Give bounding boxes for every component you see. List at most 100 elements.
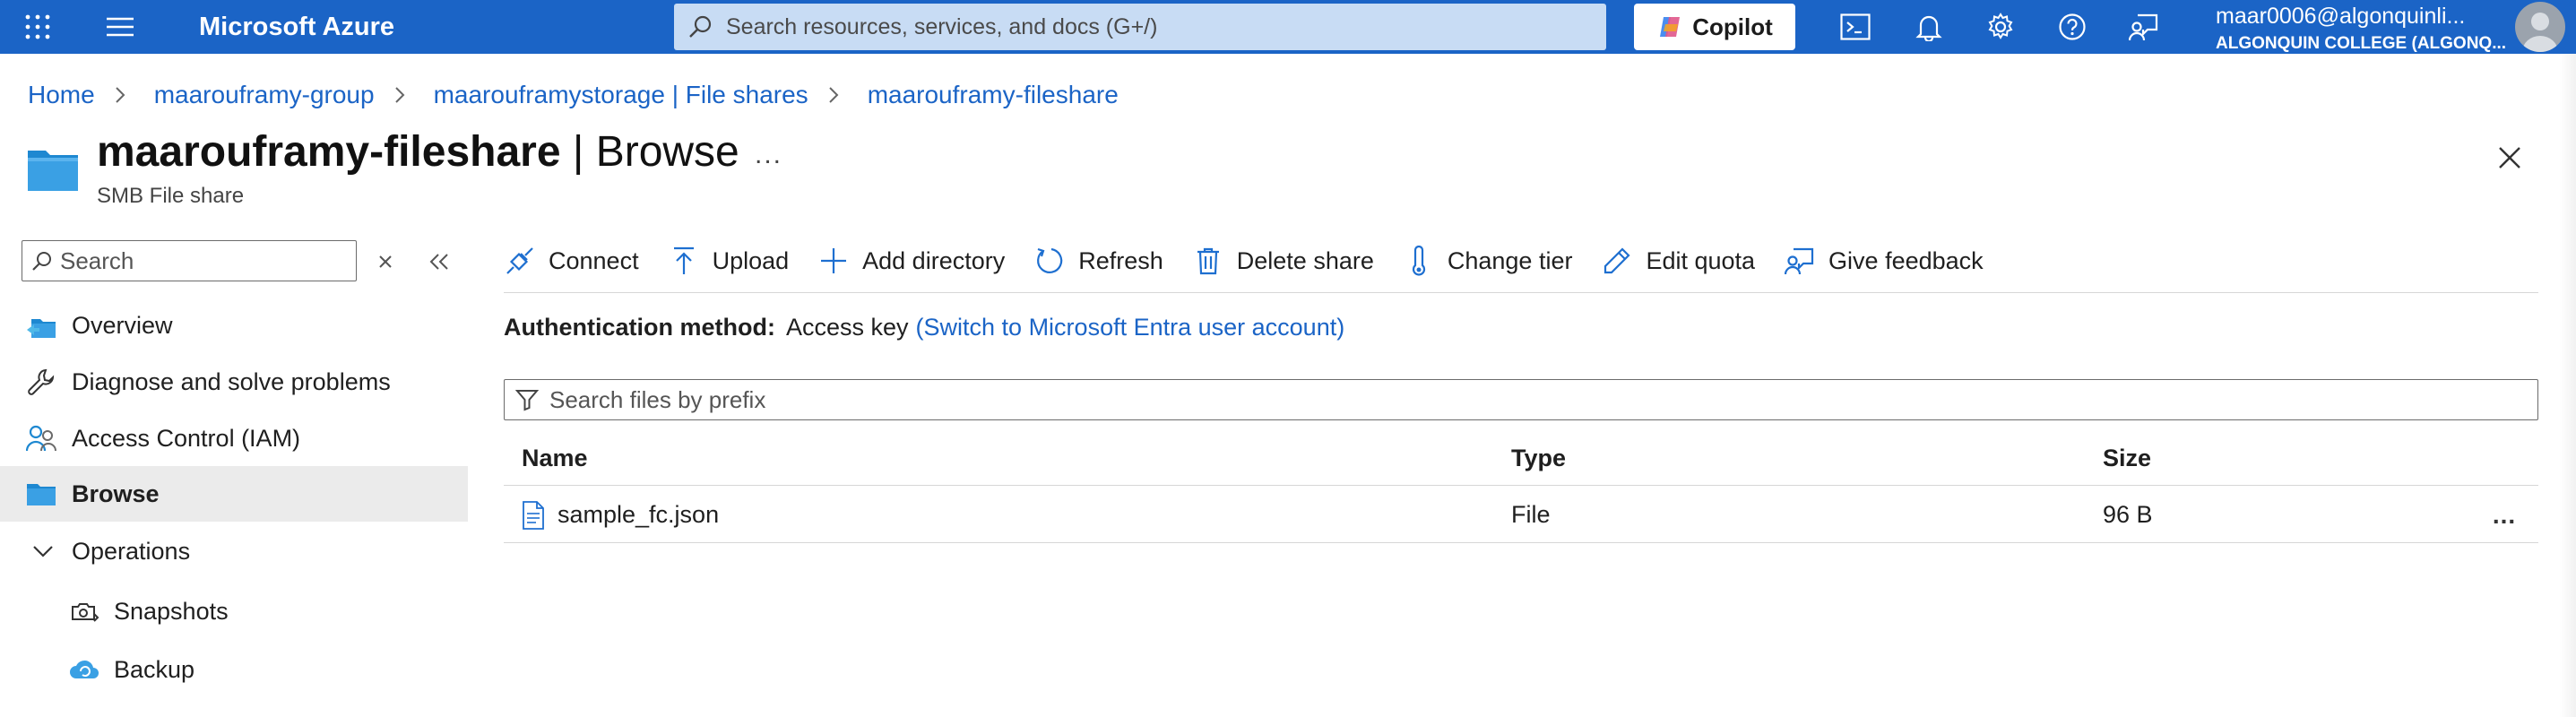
page-title-name: maarouframy-fileshare (97, 128, 561, 176)
settings-gear-icon[interactable] (1979, 7, 2022, 47)
table-row[interactable]: sample_fc.json File 96 B ... (504, 488, 2538, 543)
nav-search-input[interactable] (60, 246, 347, 275)
nav-item-label: Backup (114, 655, 195, 683)
add-directory-label: Add directory (862, 246, 1006, 274)
command-bar: Connect Upload Add directory Refresh Del… (504, 235, 2012, 287)
fileshare-folder-icon (27, 145, 79, 192)
feedback-icon (1784, 245, 1816, 277)
chevron-right-icon (115, 86, 133, 104)
file-name-cell[interactable]: sample_fc.json (522, 488, 719, 542)
change-tier-label: Change tier (1447, 246, 1573, 274)
edit-quota-button[interactable]: Edit quota (1601, 245, 1755, 277)
file-search-box[interactable] (504, 379, 2538, 420)
breadcrumb-storage-account[interactable]: maarouframystorage | File shares (434, 81, 808, 109)
search-icon (689, 15, 712, 38)
refresh-icon (1033, 245, 1066, 277)
file-icon (522, 500, 545, 530)
authentication-method: Authentication method: Access key (Switc… (504, 314, 1344, 341)
file-size-cell: 96 B (2103, 501, 2153, 528)
nav-item-browse[interactable]: Browse (0, 466, 468, 522)
file-search-input[interactable] (549, 385, 2503, 414)
auth-method-label: Authentication method: (504, 314, 775, 341)
delete-share-label: Delete share (1236, 246, 1374, 274)
people-icon (25, 422, 57, 454)
backup-cloud-icon (68, 653, 100, 686)
column-header-name[interactable]: Name (522, 432, 588, 485)
nav-search-box[interactable] (22, 240, 357, 281)
collapse-menu-icon[interactable] (427, 249, 452, 274)
cloud-shell-icon[interactable] (1834, 7, 1877, 47)
nav-group-operations[interactable]: Operations (0, 523, 468, 579)
feedback-person-icon[interactable] (2122, 7, 2165, 47)
page-subtitle: SMB File share (97, 184, 245, 208)
notifications-bell-icon[interactable] (1907, 7, 1950, 47)
nav-group-label: Operations (72, 537, 191, 565)
give-feedback-button[interactable]: Give feedback (1784, 245, 1984, 277)
breadcrumb: Home maaroufram​y-group maarouframystora… (28, 81, 1119, 109)
folder-icon (25, 478, 57, 510)
nav-item-overview[interactable]: Overview (0, 298, 468, 353)
copilot-icon (1660, 17, 1681, 37)
upload-icon (668, 245, 700, 277)
connect-label: Connect (549, 246, 639, 274)
close-icon[interactable] (2492, 140, 2528, 176)
account-email: maar0006@algonquinli... (2216, 4, 2466, 29)
give-feedback-label: Give feedback (1828, 246, 1984, 274)
app-launcher-icon[interactable] (18, 11, 57, 43)
upload-button[interactable]: Upload (668, 245, 790, 277)
brand-title[interactable]: Microsoft Azure (199, 9, 394, 45)
copilot-label: Copilot (1692, 13, 1773, 40)
add-directory-button[interactable]: Add directory (817, 245, 1005, 277)
overview-icon (25, 309, 57, 341)
change-tier-button[interactable]: Change tier (1403, 245, 1573, 277)
delete-share-button[interactable]: Delete share (1192, 245, 1374, 277)
wrench-icon (25, 366, 57, 398)
plus-icon (817, 245, 850, 277)
thermometer-icon (1403, 245, 1435, 277)
top-bar: Microsoft Azure Copilot maar0006@algonqu… (0, 0, 2576, 54)
more-actions-button[interactable]: ... (755, 140, 782, 170)
connect-button[interactable]: Connect (504, 245, 639, 277)
filter-icon (515, 390, 539, 411)
chevron-down-icon (27, 535, 59, 567)
file-name[interactable]: sample_fc.json (558, 501, 719, 529)
portal-menu-icon[interactable] (100, 11, 140, 43)
nav-item-label: Overview (72, 311, 173, 339)
help-icon[interactable] (2051, 7, 2094, 47)
nav-item-access-control[interactable]: Access Control (IAM) (0, 410, 468, 466)
chevron-right-icon (394, 86, 412, 104)
switch-auth-link[interactable]: (Switch to Microsoft Entra user account) (916, 314, 1345, 341)
refresh-button[interactable]: Refresh (1033, 245, 1163, 277)
copilot-button[interactable]: Copilot (1634, 4, 1795, 50)
nav-item-diagnose[interactable]: Diagnose and solve problems (0, 354, 468, 410)
account-org: ALGONQUIN COLLEGE (ALGONQ... (2216, 34, 2507, 53)
avatar[interactable] (2515, 2, 2565, 52)
column-header-size[interactable]: Size (2103, 432, 2151, 485)
column-header-type[interactable]: Type (1511, 432, 1566, 485)
trash-icon (1192, 245, 1224, 277)
refresh-label: Refresh (1078, 246, 1163, 274)
file-type-cell: File (1511, 501, 1551, 528)
file-grid-header: Name Type Size (504, 432, 2538, 486)
global-search-box[interactable] (674, 4, 1606, 50)
pencil-icon (1601, 245, 1633, 277)
chevron-right-icon (828, 86, 846, 104)
nav-item-label: Snapshots (114, 597, 229, 625)
breadcrumb-home[interactable]: Home (28, 81, 95, 109)
scroll-edge-shadow (2560, 54, 2576, 717)
global-search-input[interactable] (726, 13, 1586, 40)
page-title-section: | Browse (560, 128, 739, 176)
page-title: maarouframy-fileshare | Browse (97, 127, 739, 177)
breadcrumb-fileshare[interactable]: maarouframy-fileshare (868, 81, 1119, 109)
row-more-actions-icon[interactable]: ... (2486, 500, 2522, 531)
clear-search-icon[interactable] (373, 249, 398, 274)
edit-quota-label: Edit quota (1646, 246, 1756, 274)
breadcrumb-resource-group[interactable]: maaroufram​y-group (154, 81, 375, 109)
nav-item-label: Diagnose and solve problems (72, 367, 391, 395)
toolbar-divider (504, 292, 2538, 293)
nav-item-snapshots[interactable]: Snapshots (0, 583, 468, 639)
nav-item-backup[interactable]: Backup (0, 642, 468, 697)
account-info[interactable]: maar0006@algonquinli... ALGONQUIN COLLEG… (2216, 2, 2511, 53)
upload-label: Upload (712, 246, 790, 274)
search-icon (32, 252, 51, 271)
